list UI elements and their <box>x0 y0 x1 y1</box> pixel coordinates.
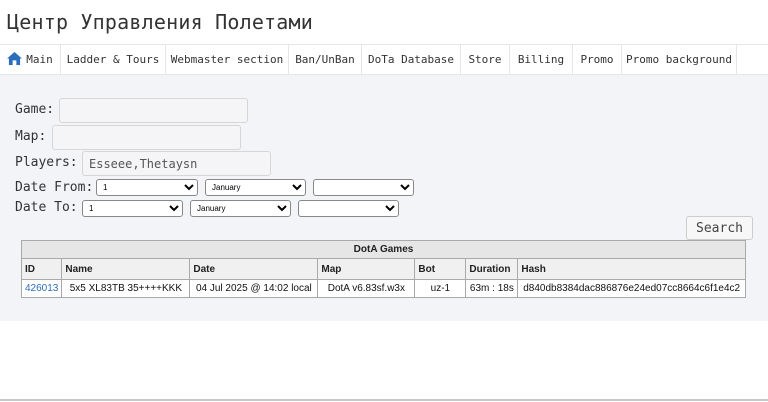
nav-item-label: Ban/UnBan <box>295 53 355 66</box>
footer-divider <box>0 399 768 401</box>
table-row: 426013 5x5 XL83TB 35++++KKK 04 Jul 2025 … <box>20 279 746 298</box>
nav-item-promo[interactable]: Promo <box>573 45 622 74</box>
date-from-year-select[interactable] <box>313 179 414 196</box>
cell-date: 04 Jul 2025 @ 14:02 local <box>189 279 319 298</box>
game-input[interactable] <box>59 98 248 123</box>
cell-duration: 63m : 18s <box>465 279 519 298</box>
table-caption: DotA Games <box>21 240 746 259</box>
nav-item-label: Billing <box>517 53 565 66</box>
map-input[interactable] <box>52 125 241 150</box>
column-header-hash: Hash <box>517 258 746 280</box>
nav-item-label: Ladder & Tours <box>66 53 160 66</box>
column-header-map: Map <box>317 258 416 280</box>
nav-item-store[interactable]: Store <box>461 45 510 74</box>
nav-item-promo-background[interactable]: Promo background <box>622 45 737 74</box>
nav-item-label: DoTa Database <box>367 53 455 66</box>
nav-item-webmaster-section[interactable]: Webmaster section <box>166 45 289 74</box>
map-label: Map: <box>15 129 47 144</box>
nav-item-ladder-tours[interactable]: Ladder & Tours <box>61 45 166 74</box>
cell-name: 5x5 XL83TB 35++++KKK <box>61 279 191 298</box>
column-header-bot: Bot <box>414 258 467 280</box>
game-id-link[interactable]: 426013 <box>25 283 58 294</box>
date-from-day-select[interactable]: 1 <box>96 179 198 196</box>
date-from-label: Date From: <box>15 180 94 195</box>
search-button[interactable]: Search <box>686 216 753 240</box>
nav-item-label: Promo <box>580 53 614 66</box>
cell-id: 426013 <box>20 279 63 298</box>
column-header-name: Name <box>61 258 191 280</box>
home-icon <box>7 52 23 65</box>
nav-item-label: Main <box>26 53 53 66</box>
date-to-day-select[interactable]: 1 <box>82 200 183 217</box>
game-label: Game: <box>15 102 55 117</box>
date-to-month-select[interactable]: January <box>190 200 291 217</box>
dota-games-table: DotA Games ID Name Date Map Bot Duration… <box>20 240 746 298</box>
cell-hash: d840db8384dac886876e24ed07cc8664c6f1e4c2 <box>517 279 746 298</box>
cell-bot: uz-1 <box>414 279 467 298</box>
nav-item-label: Webmaster section <box>170 53 284 66</box>
players-label: Players: <box>15 155 78 170</box>
page-title: Центр Управления Полетами <box>7 10 314 34</box>
nav-item-ban-unban[interactable]: Ban/UnBan <box>289 45 362 74</box>
nav-item-dota-database[interactable]: DoTa Database <box>362 45 461 74</box>
nav-item-label: Promo background <box>626 53 732 66</box>
nav-item-label: Store <box>468 53 502 66</box>
column-header-date: Date <box>189 258 319 280</box>
nav-item-main[interactable]: Main <box>0 45 61 74</box>
nav-item-billing[interactable]: Billing <box>510 45 573 74</box>
column-header-id: ID <box>20 258 63 280</box>
players-input[interactable] <box>82 151 271 176</box>
column-header-duration: Duration <box>465 258 519 280</box>
date-to-label: Date To: <box>15 200 78 215</box>
date-to-year-select[interactable] <box>298 200 399 217</box>
date-from-month-select[interactable]: January <box>205 179 306 196</box>
cell-map: DotA v6.83sf.w3x <box>317 279 416 298</box>
main-navbar: Main Ladder & Tours Webmaster section Ba… <box>0 44 768 75</box>
